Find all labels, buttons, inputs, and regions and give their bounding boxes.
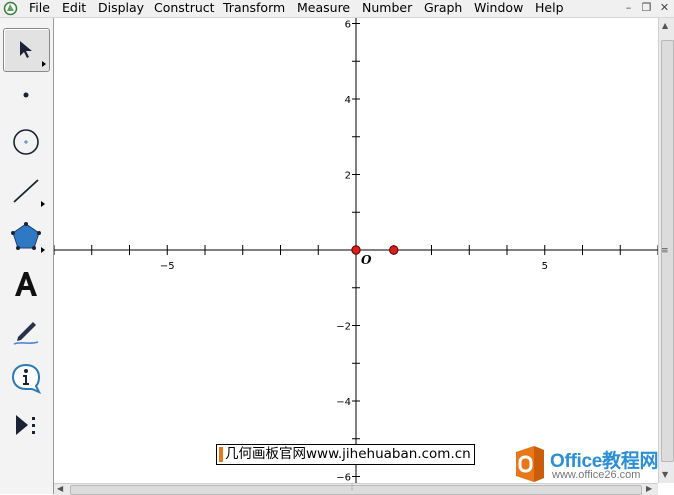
y-tick-label: 2 (345, 171, 351, 182)
submenu-arrow-icon (42, 61, 46, 67)
info-icon (11, 363, 41, 394)
line-segment-icon (12, 179, 39, 203)
close-icon[interactable]: ✕ (656, 1, 673, 15)
origin-point[interactable] (351, 245, 361, 255)
menu-number[interactable]: Number (362, 0, 412, 16)
submenu-arrow-icon (41, 201, 45, 207)
grip-icon: ≡ (661, 246, 669, 256)
play-more-icon (15, 415, 35, 435)
y-tick-label: −4 (336, 397, 351, 408)
selection-arrow-tool[interactable] (3, 28, 50, 72)
submenu-arrow-icon (41, 247, 45, 253)
office-logo-icon (516, 446, 544, 482)
point-tool[interactable] (3, 74, 48, 116)
y-tick-label: −2 (336, 322, 351, 333)
straightedge-tool[interactable] (3, 169, 48, 211)
restore-icon[interactable]: ❐ (638, 1, 655, 15)
menu-help[interactable]: Help (535, 0, 564, 16)
grip-icon: ⦙ (351, 483, 354, 493)
menu-window[interactable]: Window (474, 0, 523, 16)
menu-edit[interactable]: Edit (62, 0, 86, 16)
compass-tool[interactable] (3, 121, 48, 163)
marker-tool[interactable] (3, 310, 48, 352)
menu-display[interactable]: Display (98, 0, 144, 16)
point-icon (23, 92, 28, 98)
information-tool[interactable] (3, 357, 48, 399)
menu-file[interactable]: File (29, 0, 50, 16)
unit-point[interactable] (389, 245, 399, 255)
menu-measure[interactable]: Measure (297, 0, 350, 16)
circle-icon (12, 129, 39, 155)
scroll-up-icon[interactable]: ▲ (662, 21, 668, 30)
y-tick-label: 4 (345, 95, 351, 106)
text-tool[interactable] (3, 263, 48, 305)
arrow-icon (19, 41, 32, 58)
x-tick-label: −5 (160, 261, 175, 272)
toolbox (0, 18, 54, 494)
x-tick-label: 5 (542, 261, 548, 272)
scroll-left-icon[interactable]: ◀ (57, 484, 63, 493)
menu-graph[interactable]: Graph (424, 0, 462, 16)
watermark-text: 几何画板官网www.jihehuaban.com.cn (225, 446, 471, 462)
custom-tool[interactable] (3, 404, 48, 446)
minimize-icon[interactable]: – (620, 1, 637, 15)
watermark-bar (219, 447, 223, 462)
letter-a-icon (14, 272, 37, 296)
sketchpad-app-icon[interactable] (3, 1, 18, 16)
brand-url: www.office26.com (552, 469, 641, 481)
y-tick-label: 6 (345, 20, 351, 31)
vertical-scrollbar[interactable]: ▲ ≡ ▼ (658, 18, 674, 483)
site-watermark: 几何画板官网www.jihehuaban.com.cn (216, 444, 475, 465)
pen-icon (13, 322, 38, 345)
menu-bar: File Edit Display Construct Transform Me… (0, 0, 674, 18)
sketch-canvas[interactable]: −5 5 6 4 2 −2 −4 −6 O (54, 18, 658, 483)
menu-construct[interactable]: Construct (154, 0, 215, 16)
menu-transform[interactable]: Transform (223, 0, 285, 16)
polygon-tool[interactable] (3, 215, 48, 257)
y-tick-label: −6 (336, 473, 351, 484)
coordinate-plane[interactable]: −5 5 6 4 2 −2 −4 −6 O (54, 18, 658, 483)
pentagon-icon (10, 222, 41, 250)
brand-watermark: Office教程网 www.office26.com (510, 440, 670, 488)
origin-label[interactable]: O (361, 253, 372, 267)
